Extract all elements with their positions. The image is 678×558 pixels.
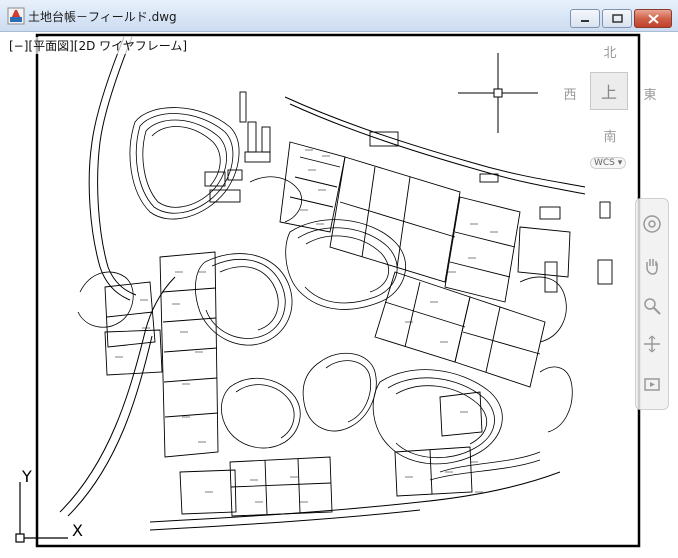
buildings xyxy=(204,91,613,293)
viewcube-north[interactable]: 北 xyxy=(600,42,620,61)
zoom-button[interactable] xyxy=(641,295,663,317)
window-titlebar[interactable]: 土地台帳－フィールド.dwg xyxy=(0,0,678,32)
viewcube-top-face[interactable]: 上 xyxy=(590,72,628,110)
pan-hand-icon xyxy=(646,259,658,275)
viewport-controls-label[interactable]: [−][平面図][2D ワイヤフレーム] xyxy=(9,37,188,54)
maximize-icon xyxy=(611,14,623,23)
minimize-button[interactable] xyxy=(570,9,600,28)
navigation-bar[interactable] xyxy=(635,198,669,410)
orbit-icon xyxy=(644,335,660,353)
showmotion-icon xyxy=(644,378,660,391)
autocad-dwg-icon xyxy=(7,7,25,25)
showmotion-button[interactable] xyxy=(641,373,663,395)
wcs-menu[interactable]: WCS ▾ xyxy=(590,157,627,169)
ucs-x-label: X xyxy=(72,521,83,540)
minimize-icon xyxy=(581,19,589,22)
zoom-icon xyxy=(644,298,661,315)
crosshair-cursor xyxy=(458,53,538,133)
viewcube-west[interactable]: 西 xyxy=(560,84,580,103)
steering-wheel-button[interactable] xyxy=(641,213,663,235)
close-button[interactable] xyxy=(634,9,672,28)
maximize-button[interactable] xyxy=(602,9,632,28)
land-parcels xyxy=(104,141,571,517)
viewcube-east[interactable]: 東 xyxy=(640,84,660,103)
close-icon xyxy=(647,13,659,24)
model-space-viewport[interactable]: [−][平面図][2D ワイヤフレーム] X Y 北 西 東 南 上 WCS ▾ xyxy=(0,32,678,558)
ucs-y-label: Y xyxy=(21,467,32,486)
viewcube-south[interactable]: 南 xyxy=(600,126,620,145)
pan-button[interactable] xyxy=(641,255,663,277)
window-title: 土地台帳－フィールド.dwg xyxy=(28,10,177,24)
viewcube[interactable]: 北 西 東 南 上 WCS ▾ xyxy=(560,40,660,170)
orbit-button[interactable] xyxy=(641,333,663,355)
steering-wheel-icon xyxy=(643,215,661,233)
